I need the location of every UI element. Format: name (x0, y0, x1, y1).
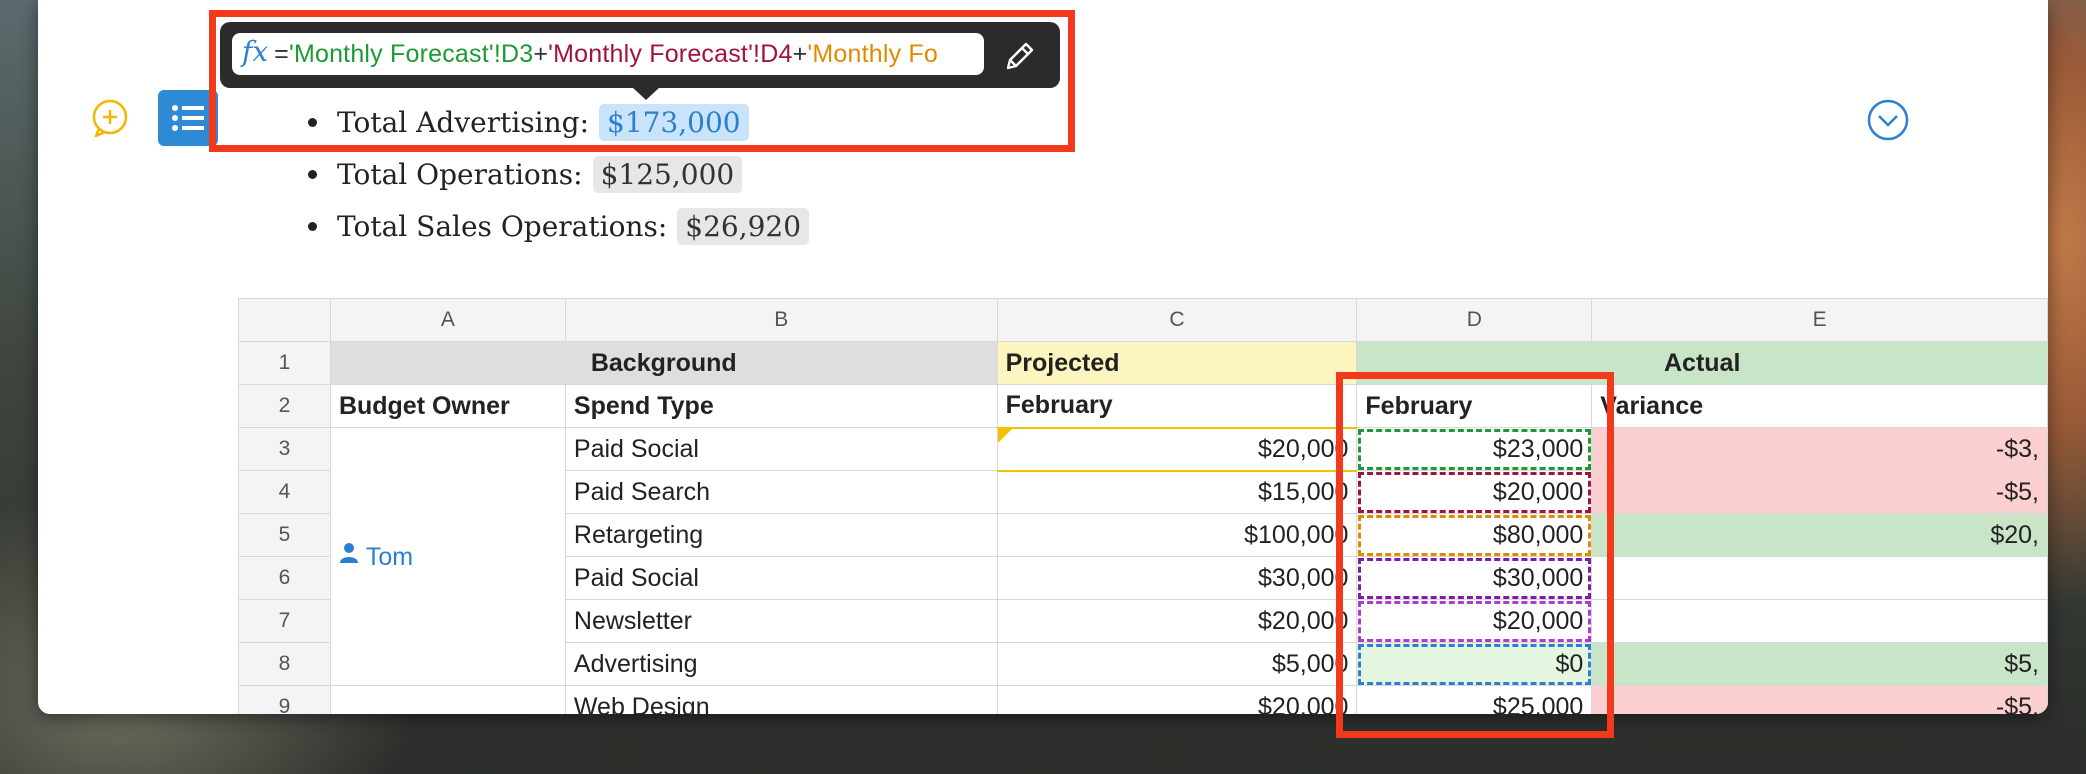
actual-cell[interactable]: $0 (1356, 642, 1593, 686)
spend-type-header-cell[interactable]: Spend Type (564, 384, 998, 428)
total-sales-operations-label: Total Sales Operations: (337, 209, 668, 243)
formula-text: ='Monthly Forecast'!D3+'Monthly Forecast… (274, 40, 938, 69)
projected-cell[interactable]: $15,000 (996, 470, 1358, 514)
bullet-dot (308, 169, 317, 179)
column-header-e[interactable]: E (1591, 298, 2048, 342)
list-item: Total Advertising: $173,000 (308, 96, 809, 148)
formula-chip[interactable]: $26,920 (677, 207, 810, 245)
spend-type-cell[interactable]: Paid Social (564, 556, 998, 600)
actual-cell[interactable]: $20,000 (1356, 599, 1593, 643)
variance-cell[interactable]: -$5, (1591, 685, 2048, 714)
formula-ref-d3[interactable]: 'Monthly Forecast'!D3 (289, 40, 533, 68)
document-window: fx ='Monthly Forecast'!D3+'Monthly Forec… (38, 0, 2048, 714)
budget-owner-header-cell[interactable]: Budget Owner (329, 384, 566, 428)
projected-cell[interactable]: $30,000 (996, 556, 1358, 600)
totals-list: Total Advertising: $173,000 Total Operat… (308, 96, 810, 252)
actual-cell[interactable]: $23,000 (1356, 427, 1593, 471)
person-icon (339, 542, 366, 570)
actual-month-cell[interactable]: February (1356, 384, 1593, 428)
bullet-dot (308, 221, 317, 231)
projected-cell[interactable]: $20,000 (996, 599, 1358, 643)
formula-input[interactable]: fx ='Monthly Forecast'!D3+'Monthly Forec… (232, 33, 984, 75)
variance-cell[interactable]: $5, (1591, 642, 2048, 686)
projected-cell[interactable]: $5,000 (996, 642, 1358, 686)
corner-cell[interactable] (238, 298, 331, 342)
table-row: 9 Web Design $20,000 $25,000 -$5, (238, 685, 2048, 714)
formula-chip[interactable]: $125,000 (592, 155, 743, 193)
add-comment-icon[interactable] (90, 98, 130, 138)
pencil-icon[interactable] (1000, 36, 1040, 76)
row-number[interactable]: 4 (238, 470, 331, 514)
projected-cell[interactable]: $100,000 (996, 513, 1358, 557)
projected-cell[interactable]: $20,000 (996, 426, 1358, 472)
formula-plus: + (792, 39, 808, 68)
list-item: Total Sales Operations: $26,920 (308, 200, 810, 252)
column-header-d[interactable]: D (1356, 298, 1593, 342)
budget-owner-cell[interactable]: Tom (329, 427, 566, 686)
row-number[interactable]: 3 (238, 427, 331, 471)
budget-owner-cell[interactable] (329, 685, 566, 714)
table-row: 3 Tom Paid Social $20,000 $23,000 -$3, (238, 426, 2048, 686)
list-item: Total Operations: $125,000 (308, 148, 809, 200)
total-operations-label: Total Operations: (337, 157, 583, 191)
spend-type-cell[interactable]: Paid Social (564, 427, 998, 471)
spend-type-cell[interactable]: Advertising (564, 642, 998, 686)
formula-popover: fx ='Monthly Forecast'!D3+'Monthly Forec… (220, 22, 1060, 100)
list-icon (172, 105, 204, 131)
spend-type-cell[interactable]: Web Design (564, 685, 998, 714)
actual-cell[interactable]: $25,000 (1356, 685, 1593, 714)
background-header-cell[interactable]: Background (329, 341, 998, 385)
actual-header-cell[interactable]: Actual (1356, 341, 2048, 385)
column-header-c[interactable]: C (996, 298, 1358, 342)
column-header-a[interactable]: A (329, 298, 566, 342)
bullet-dot (308, 117, 317, 127)
variance-header-cell[interactable]: Variance (1591, 384, 2048, 428)
actual-cell[interactable]: $20,000 (1356, 470, 1593, 514)
total-advertising-label: Total Advertising: (337, 105, 589, 139)
formula-plus: + (533, 39, 549, 68)
fx-icon: fx (242, 34, 269, 68)
variance-cell[interactable] (1591, 556, 2048, 600)
row-number[interactable]: 8 (238, 642, 331, 686)
row-number[interactable]: 2 (238, 384, 331, 428)
column-header-row: A B C D E (238, 298, 2048, 342)
row-number[interactable]: 7 (238, 599, 331, 643)
chevron-down-icon[interactable] (1866, 98, 1910, 142)
row-number[interactable]: 6 (238, 556, 331, 600)
row-number[interactable]: 5 (238, 513, 331, 557)
spend-type-cell[interactable]: Newsletter (564, 599, 998, 643)
variance-cell[interactable]: $20, (1591, 513, 2048, 557)
owner-name[interactable]: Tom (366, 542, 413, 570)
formula-chip[interactable]: $173,000 (599, 103, 749, 141)
bulleted-list-button[interactable] (158, 90, 218, 146)
formula-ref-d5[interactable]: 'Monthly Fo (807, 40, 938, 68)
projected-header-cell[interactable]: Projected (996, 341, 1358, 385)
row-number[interactable]: 9 (238, 685, 331, 714)
variance-cell[interactable]: -$3, (1591, 427, 2048, 471)
variance-cell[interactable] (1591, 599, 2048, 643)
spend-type-cell[interactable]: Retargeting (564, 513, 998, 557)
spend-type-cell[interactable]: Paid Search (564, 470, 998, 514)
table-row: 1 Background Projected Actual (238, 341, 2048, 385)
actual-cell[interactable]: $30,000 (1356, 556, 1593, 600)
actual-cell[interactable]: $80,000 (1356, 513, 1593, 557)
spreadsheet-table: A B C D E 1 Background Projected Actual … (238, 298, 2048, 714)
table-row: 2 Budget Owner Spend Type February Febru… (238, 384, 2048, 428)
projected-month-cell[interactable]: February (996, 384, 1358, 428)
formula-equals: = (274, 39, 289, 68)
projected-cell[interactable]: $20,000 (996, 685, 1358, 714)
formula-ref-d4[interactable]: 'Monthly Forecast'!D4 (548, 40, 792, 68)
variance-cell[interactable]: -$5, (1591, 470, 2048, 514)
row-number[interactable]: 1 (238, 341, 331, 385)
column-header-b[interactable]: B (564, 298, 998, 342)
